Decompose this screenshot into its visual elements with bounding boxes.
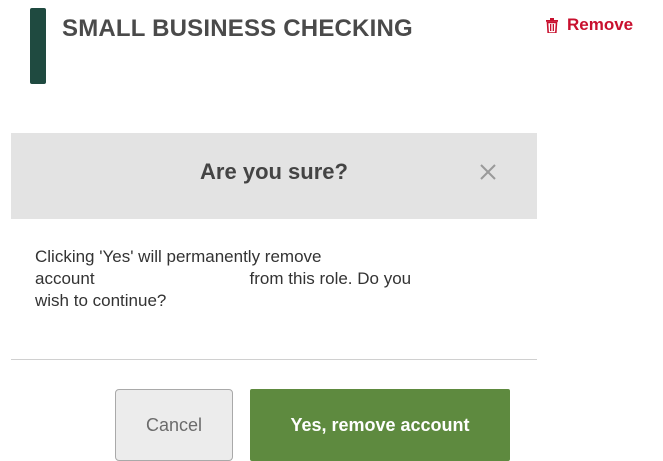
message-line-2-end: from this role. Do you	[249, 269, 412, 288]
account-accent-bar	[30, 8, 46, 84]
message-line-2-start: account	[35, 269, 95, 288]
dialog-divider	[11, 359, 537, 360]
trash-icon	[546, 17, 558, 33]
dialog-header: Are you sure?	[11, 133, 537, 219]
confirm-remove-button[interactable]: Yes, remove account	[250, 389, 510, 461]
message-line-3: wish to continue?	[35, 291, 167, 310]
remove-account-link[interactable]: Remove	[546, 15, 633, 35]
account-title: SMALL BUSINESS CHECKING	[62, 15, 413, 42]
confirm-dialog: Are you sure? Clicking 'Yes' will perman…	[11, 133, 537, 461]
dialog-message: Clicking 'Yes' will permanently remove a…	[35, 246, 515, 312]
message-line-2: account from this role. Do you	[35, 268, 515, 290]
page: SMALL BUSINESS CHECKING Remove Are you s…	[0, 0, 663, 461]
dialog-title: Are you sure?	[200, 159, 348, 184]
close-icon[interactable]	[475, 159, 501, 185]
message-line-1: Clicking 'Yes' will permanently remove	[35, 247, 322, 266]
remove-label: Remove	[567, 15, 634, 34]
cancel-button[interactable]: Cancel	[115, 389, 233, 461]
